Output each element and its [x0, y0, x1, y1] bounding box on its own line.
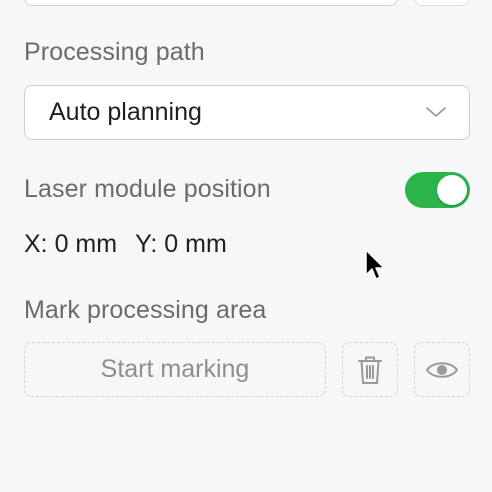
- processing-path-label: Processing path: [24, 38, 205, 66]
- start-marking-button[interactable]: Start marking: [24, 342, 326, 397]
- eye-icon: [426, 361, 458, 378]
- processing-path-select[interactable]: Auto planning: [24, 85, 470, 140]
- toggle-knob: [437, 175, 467, 205]
- laser-coordinates: X: 0 mm Y: 0 mm: [24, 230, 227, 259]
- laser-module-position-toggle[interactable]: [405, 172, 470, 208]
- y-coordinate: Y: 0 mm: [135, 230, 227, 258]
- top-icon-button[interactable]: [414, 0, 470, 6]
- trash-icon: [358, 356, 382, 384]
- mouse-pointer-icon: [365, 249, 385, 280]
- chevron-down-icon: [426, 107, 446, 117]
- preview-button[interactable]: [414, 342, 470, 397]
- x-coordinate: X: 0 mm: [24, 230, 118, 258]
- mark-processing-area-label: Mark processing area: [24, 296, 267, 324]
- processing-path-value: Auto planning: [49, 98, 202, 126]
- top-input-field[interactable]: [24, 0, 398, 6]
- delete-button[interactable]: [342, 342, 398, 397]
- laser-module-position-label: Laser module position: [24, 175, 271, 203]
- laser-settings-panel: Processing path Auto planning Laser modu…: [0, 0, 492, 492]
